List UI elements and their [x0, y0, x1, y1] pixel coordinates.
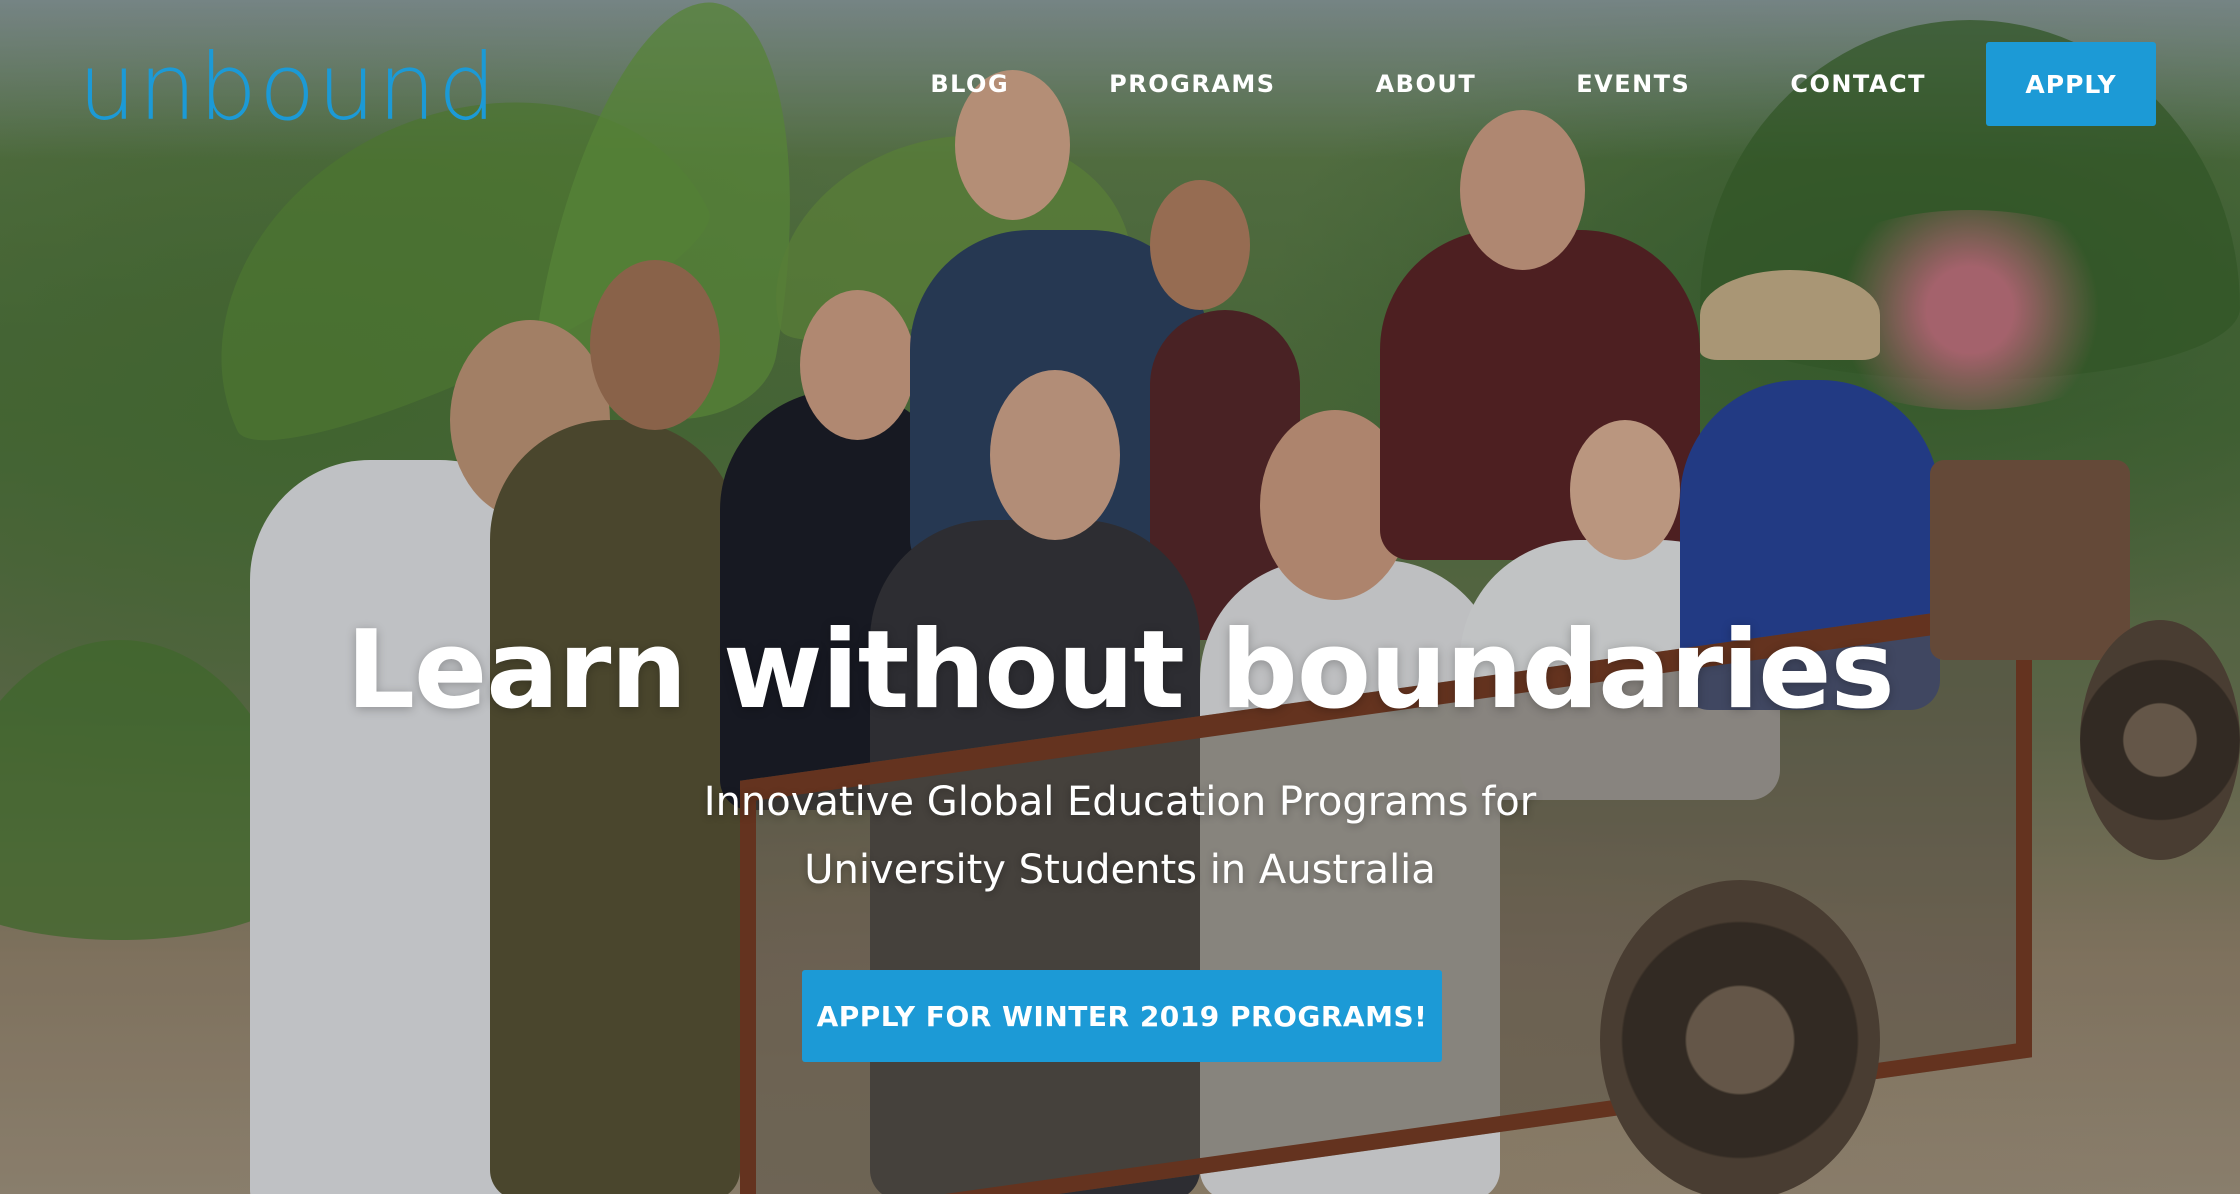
- nav-link-programs[interactable]: PROGRAMS: [1109, 70, 1275, 98]
- main-nav: BLOG PROGRAMS ABOUT EVENTS CONTACT APPLY: [930, 42, 2156, 126]
- hero-subheadline-line1: Innovative Global Education Programs for: [703, 779, 1537, 825]
- nav-link-contact[interactable]: CONTACT: [1790, 70, 1926, 98]
- nav-link-blog[interactable]: BLOG: [930, 70, 1009, 98]
- hero-section: unbound BLOG PROGRAMS ABOUT EVENTS CONTA…: [0, 0, 2240, 1194]
- hero-subheadline-line2: University Students in Australia: [804, 847, 1436, 893]
- nav-link-about[interactable]: ABOUT: [1376, 70, 1477, 98]
- nav-link-events[interactable]: EVENTS: [1576, 70, 1690, 98]
- hero-headline: Learn without boundaries: [346, 608, 1895, 733]
- apply-winter-programs-button[interactable]: APPLY FOR WINTER 2019 PROGRAMS!: [802, 970, 1442, 1062]
- apply-button[interactable]: APPLY: [1986, 42, 2156, 126]
- hero-subheadline: Innovative Global Education Programs for…: [0, 768, 2240, 904]
- logo[interactable]: unbound: [78, 42, 498, 134]
